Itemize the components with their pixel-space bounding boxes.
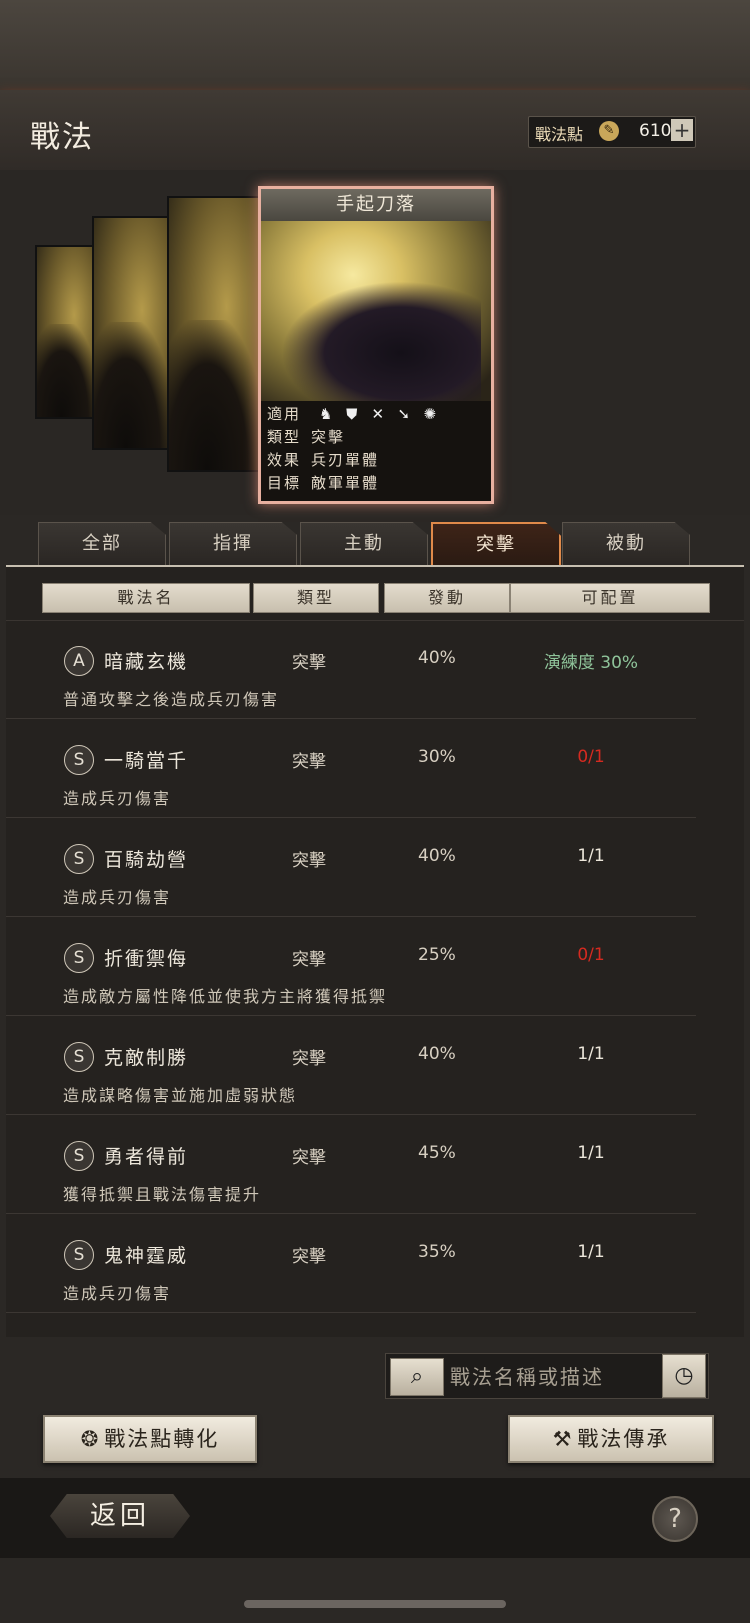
tactic-rate: 40% — [418, 1044, 456, 1064]
tactic-slot: 0/1 — [577, 945, 605, 965]
tactic-type: 突擊 — [292, 1148, 326, 1168]
card-row-target: 目標 敵軍單體 — [267, 474, 380, 492]
tactic-name: 百騎劫營 — [104, 849, 189, 871]
wheel-icon: ✺ — [423, 405, 437, 423]
points-coin-icon: ✎ — [599, 121, 619, 141]
hammer-icon: ⚒ — [552, 1427, 574, 1451]
grade-badge: A — [64, 646, 94, 676]
column-header-type[interactable]: 類型 — [253, 583, 379, 613]
tactic-row[interactable]: S 百騎劫營 突擊 40% 1/1 造成兵刃傷害 — [6, 824, 696, 917]
tactic-row[interactable]: S 折衝禦侮 突擊 25% 0/1 造成敵方屬性降低並使我方主將獲得抵禦 — [6, 923, 696, 1016]
home-indicator[interactable] — [244, 1600, 506, 1608]
column-header-name[interactable]: 戰法名 — [42, 583, 250, 613]
add-points-button[interactable]: + — [671, 119, 693, 141]
grade-badge: S — [64, 943, 94, 973]
tactic-desc: 造成謀略傷害並施加虛弱狀態 — [63, 1086, 298, 1105]
tab-command[interactable]: 指揮 — [169, 522, 297, 565]
tab-passive[interactable]: 被動 — [562, 522, 690, 565]
tactic-name: 勇者得前 — [104, 1146, 189, 1168]
shield-icon: ⛊ — [346, 405, 358, 423]
card-row-applicable: 適用 ♞ ⛊ ✕ ➘ ✺ — [267, 403, 446, 425]
tactic-slot: 1/1 — [577, 1143, 605, 1163]
tactic-row[interactable]: S 一騎當千 突擊 30% 0/1 造成兵刃傷害 — [6, 725, 696, 818]
search-input[interactable] — [448, 1360, 648, 1394]
tactic-row[interactable]: S 鬼神霆威 突擊 35% 1/1 造成兵刃傷害 — [6, 1220, 696, 1313]
tactic-row[interactable]: A 暗藏玄機 突擊 40% 演練度 30% 普通攻擊之後造成兵刃傷害 — [6, 626, 696, 719]
tab-active[interactable]: 主動 — [300, 522, 428, 565]
tactic-name: 一騎當千 — [104, 750, 189, 772]
tactic-desc: 造成敵方屬性降低並使我方主將獲得抵禦 — [63, 987, 388, 1006]
grade-badge: S — [64, 1141, 94, 1171]
header-separator — [6, 620, 744, 621]
column-header-slot[interactable]: 可配置 — [510, 583, 710, 613]
clock-icon: ◷ — [674, 1363, 694, 1388]
tactic-slot: 0/1 — [577, 747, 605, 767]
back-button[interactable]: 返回 — [50, 1494, 190, 1538]
grade-badge: S — [64, 844, 94, 874]
card-info-panel: 適用 ♞ ⛊ ✕ ➘ ✺ 類型 突擊 效果 兵刃單體 目標 敵軍單體 — [261, 401, 491, 501]
history-button[interactable]: ◷ — [662, 1354, 706, 1398]
tactic-rate: 40% — [418, 648, 456, 668]
tactic-desc: 獲得抵禦且戰法傷害提升 — [63, 1185, 262, 1204]
tactic-name: 暗藏玄機 — [104, 651, 189, 673]
tactic-desc: 造成兵刃傷害 — [63, 888, 172, 907]
archer-icon: ✕ — [371, 405, 385, 423]
tactic-type: 突擊 — [292, 752, 326, 772]
spear-icon: ➘ — [397, 405, 411, 423]
card-row-type: 類型 突擊 — [267, 428, 346, 446]
tactic-desc: 普通攻擊之後造成兵刃傷害 — [63, 690, 280, 709]
tactic-type: 突擊 — [292, 851, 326, 871]
tactic-desc: 造成兵刃傷害 — [63, 1284, 172, 1303]
top-background — [0, 0, 750, 90]
tactic-name: 折衝禦侮 — [104, 948, 189, 970]
tactic-rate: 25% — [418, 945, 456, 965]
fire-icon: ❂ — [80, 1427, 101, 1451]
tactic-type: 突擊 — [292, 1049, 326, 1069]
search-icon: ⌕ — [410, 1364, 424, 1389]
grade-badge: S — [64, 1042, 94, 1072]
card-row-effect: 效果 兵刃單體 — [267, 451, 380, 469]
tactic-rate: 30% — [418, 747, 456, 767]
inherit-tactic-button[interactable]: ⚒ 戰法傳承 — [508, 1415, 714, 1463]
selected-tactic-card[interactable]: 手起刀落 適用 ♞ ⛊ ✕ ➘ ✺ 類型 突擊 效果 兵刃單體 目標 敵軍單體 — [258, 186, 494, 504]
tactic-row[interactable]: S 克敵制勝 突擊 40% 1/1 造成謀略傷害並施加虛弱狀態 — [6, 1022, 696, 1115]
card-artwork — [261, 221, 491, 401]
tactic-row[interactable]: S 勇者得前 突擊 45% 1/1 獲得抵禦且戰法傷害提升 — [6, 1121, 696, 1214]
help-button[interactable]: ? — [652, 1496, 698, 1542]
tactic-desc: 造成兵刃傷害 — [63, 789, 172, 808]
points-label: 戰法點 — [535, 125, 584, 144]
tactic-type: 突擊 — [292, 1247, 326, 1267]
tactic-points-box: 戰法點 ✎ 610 + — [528, 116, 696, 148]
tactic-rate: 45% — [418, 1143, 456, 1163]
card-thumbnail[interactable] — [92, 216, 176, 450]
tactic-slot: 演練度 30% — [543, 653, 639, 673]
tactic-tabs: 全部 指揮 主動 突擊 被動 — [38, 522, 728, 568]
page-title: 戰法 — [30, 120, 94, 155]
tactic-slot: 1/1 — [577, 1242, 605, 1262]
tactic-slot: 1/1 — [577, 1044, 605, 1064]
column-header-rate[interactable]: 發動 — [384, 583, 510, 613]
tab-assault[interactable]: 突擊 — [431, 522, 561, 568]
tactic-rate: 40% — [418, 846, 456, 866]
tactic-rate: 35% — [418, 1242, 456, 1262]
cavalry-icon: ♞ — [319, 405, 333, 423]
tactic-type: 突擊 — [292, 950, 326, 970]
points-value: 610 — [639, 121, 672, 141]
tab-all[interactable]: 全部 — [38, 522, 166, 565]
card-name: 手起刀落 — [261, 189, 491, 222]
grade-badge: S — [64, 745, 94, 775]
search-button[interactable]: ⌕ — [390, 1358, 444, 1396]
tactic-slot: 1/1 — [577, 846, 605, 866]
tactic-name: 鬼神霆威 — [104, 1245, 189, 1267]
tactic-type: 突擊 — [292, 653, 326, 673]
grade-badge: S — [64, 1240, 94, 1270]
convert-points-button[interactable]: ❂ 戰法點轉化 — [43, 1415, 257, 1463]
tactic-name: 克敵制勝 — [104, 1047, 189, 1069]
card-thumbnail[interactable] — [167, 196, 267, 472]
